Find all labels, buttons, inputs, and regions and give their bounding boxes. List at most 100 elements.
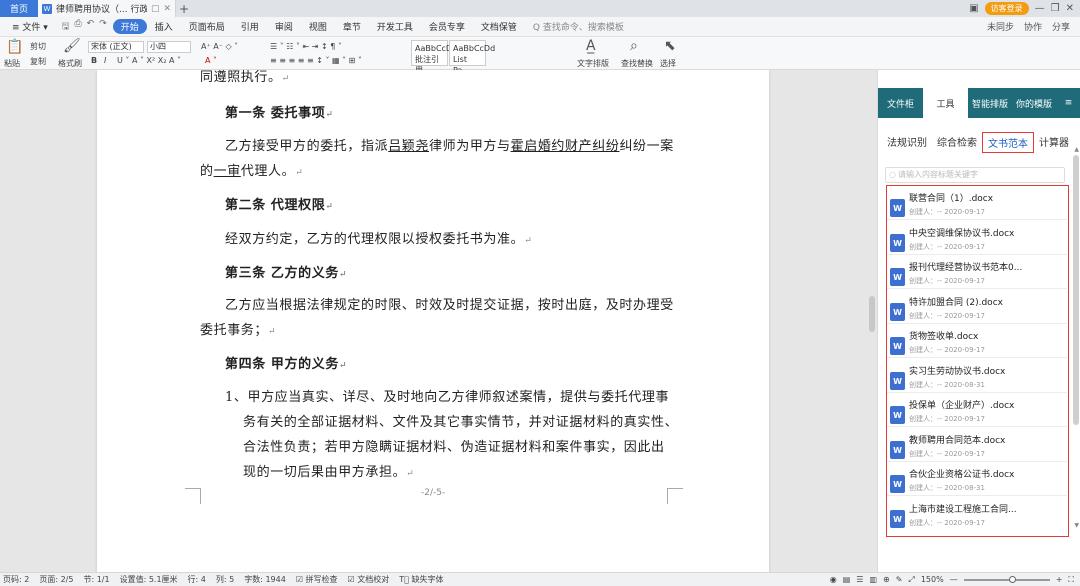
zoom-level[interactable]: 150% bbox=[921, 575, 944, 584]
copy-button[interactable]: 复制 bbox=[30, 56, 46, 67]
menu-item-section[interactable]: 章节 bbox=[335, 20, 369, 33]
command-search[interactable]: Q 查找命令、搜索模板 bbox=[525, 20, 632, 33]
bold-icon[interactable]: B bbox=[91, 56, 97, 65]
template-search-input[interactable]: ○ 请输入内容标题关键字 bbox=[885, 167, 1065, 183]
status-word-count[interactable]: 字数: 1944 bbox=[244, 574, 286, 585]
list-item[interactable]: W 货物签收单.docx 创建人：-- 2020-09-17 bbox=[887, 324, 1067, 358]
select-cursor-icon[interactable]: ⬉ bbox=[664, 38, 676, 54]
list-item[interactable]: W 投保单（企业财产）.docx 创建人：-- 2020-09-17 bbox=[887, 393, 1067, 427]
outline-view-icon[interactable]: ☰ bbox=[856, 575, 863, 584]
font-color-icon[interactable]: A ˅ bbox=[205, 56, 217, 65]
subtab-calculator[interactable]: 计算器 bbox=[1034, 132, 1074, 153]
print-icon[interactable]: ⎙ bbox=[74, 19, 81, 35]
page-view-icon[interactable]: ▤ bbox=[843, 575, 851, 584]
status-pages[interactable]: 页面: 2/5 bbox=[39, 574, 73, 585]
menu-item-devtools[interactable]: 开发工具 bbox=[369, 20, 421, 33]
list-icons[interactable]: ☰ ˅ ☷ ˅ ⇤ ⇥ ↕ ¶ ˅ bbox=[270, 42, 342, 51]
pane-menu-icon[interactable]: ≡ bbox=[1056, 88, 1080, 118]
font-family-select[interactable]: 宋体 (正文) bbox=[88, 41, 144, 53]
find-replace-icon[interactable]: ⌕ bbox=[630, 38, 638, 54]
undo-icon[interactable]: ↶ bbox=[87, 19, 95, 35]
zoom-in-icon[interactable]: + bbox=[1056, 575, 1063, 584]
find-replace-label[interactable]: 查找替换 bbox=[621, 58, 653, 69]
status-bar: 页码: 2 页面: 2/5 节: 1/1 设置值: 5.1厘米 行: 4 列: … bbox=[0, 572, 1080, 586]
doc-heading-4: 第四条 甲方的义务↵ bbox=[225, 357, 348, 372]
subtab-search[interactable]: 综合检索 bbox=[932, 132, 982, 153]
list-item[interactable]: W 联营合同（1）.docx 创建人：-- 2020-09-17 bbox=[887, 186, 1067, 220]
align-icons[interactable]: ≡ ≡ ≡ ≡ ≡ ↕ ˅ ▦ ˅ ⊞ ˅ bbox=[270, 56, 362, 65]
style-list-paragraph[interactable]: AaBbCcDd List Pa... bbox=[449, 40, 495, 75]
scroll-up-icon[interactable]: ▲ bbox=[1074, 146, 1079, 153]
status-page-number[interactable]: 页码: 2 bbox=[3, 574, 29, 585]
menu-item-start[interactable]: 开始 bbox=[112, 19, 147, 34]
menu-item-doc-safe[interactable]: 文档保管 bbox=[473, 20, 525, 33]
menu-item-layout[interactable]: 页面布局 bbox=[181, 20, 233, 33]
pane-tab-smart-layout[interactable]: 智能排版 bbox=[968, 88, 1012, 118]
home-tab[interactable]: 首页 bbox=[0, 0, 38, 17]
zoom-slider[interactable] bbox=[963, 575, 1050, 583]
list-item[interactable]: W 教师聘用合同范本.docx 创建人：-- 2020-09-17 bbox=[887, 428, 1067, 462]
doc-proof-button[interactable]: ☑ 文档校对 bbox=[348, 574, 390, 585]
spell-check-button[interactable]: ☑ 拼写检查 bbox=[296, 574, 338, 585]
scroll-down-icon[interactable]: ▼ bbox=[1074, 522, 1079, 529]
list-item[interactable]: W 报刊代理经营协议书范本0... 创建人：-- 2020-09-17 bbox=[887, 255, 1067, 289]
menu-item-member[interactable]: 会员专享 bbox=[421, 20, 473, 33]
login-button[interactable]: 访客登录 bbox=[984, 2, 1029, 15]
menu-item-view[interactable]: 视图 bbox=[301, 20, 335, 33]
redo-icon[interactable]: ↷ bbox=[99, 19, 107, 35]
format-painter-icon[interactable]: 🖌 bbox=[63, 38, 81, 54]
pane-tab-tools[interactable]: 工具 bbox=[923, 88, 968, 118]
paste-label[interactable]: 粘贴 bbox=[4, 58, 20, 69]
text-layout-icon[interactable]: A̲ bbox=[586, 38, 596, 54]
text-layout-label[interactable]: 文字排版 bbox=[577, 58, 609, 69]
subtab-law-recognition[interactable]: 法规识别 bbox=[882, 132, 932, 153]
list-item[interactable]: W 中央空调维保协议书.docx 创建人：-- 2020-09-17 bbox=[887, 221, 1067, 255]
menu-item-reference[interactable]: 引用 bbox=[233, 20, 267, 33]
save-icon[interactable]: 🖫 bbox=[62, 19, 70, 35]
paste-icon[interactable]: 📋 bbox=[6, 39, 23, 55]
new-tab-icon[interactable]: + bbox=[176, 2, 192, 16]
list-item[interactable]: W 合伙企业资格公证书.docx 创建人：-- 2020-08-31 bbox=[887, 462, 1067, 496]
tab-pin-icon[interactable]: ▢ bbox=[151, 4, 160, 14]
pane-scrollbar[interactable] bbox=[1073, 155, 1079, 425]
missing-font-button[interactable]: T⃝ 缺失字体 bbox=[399, 574, 443, 585]
document-tab[interactable]: W 律师聘用协议（... 行政）(1) ▢ ✕ bbox=[38, 0, 176, 17]
file-menu[interactable]: ≡ 文件 ▾ bbox=[4, 20, 56, 33]
list-item[interactable]: W 特许加盟合同 (2).docx 创建人：-- 2020-09-17 bbox=[887, 290, 1067, 324]
menu-item-review[interactable]: 审阅 bbox=[267, 20, 301, 33]
document-area[interactable]: 同遵照执行。↵ 第一条 委托事项↵ 乙方接受甲方的委托，指派吕颖尧律师为甲方与霍… bbox=[0, 70, 877, 572]
zoom-out-icon[interactable]: — bbox=[950, 575, 958, 584]
margin-corner-left bbox=[185, 488, 201, 504]
read-view-icon[interactable]: ▥ bbox=[869, 575, 877, 584]
restore-icon[interactable]: ❐ bbox=[1051, 3, 1060, 14]
italic-icon[interactable]: I bbox=[104, 56, 106, 65]
eye-protect-icon[interactable]: ◉ bbox=[830, 575, 837, 584]
document-scrollbar[interactable] bbox=[869, 296, 875, 332]
share-button[interactable]: 分享 bbox=[1052, 20, 1070, 33]
pane-tab-file-cabinet[interactable]: 文件柜 bbox=[878, 88, 923, 118]
window-icon[interactable]: ▣ bbox=[969, 3, 978, 14]
minimize-icon[interactable]: — bbox=[1035, 3, 1045, 14]
list-item[interactable]: W 上海市建设工程施工合同... 创建人：-- 2020-09-17 bbox=[887, 497, 1067, 531]
select-label[interactable]: 选择 bbox=[660, 58, 676, 69]
sync-status[interactable]: 未同步 bbox=[987, 20, 1014, 33]
tab-close-icon[interactable]: ✕ bbox=[163, 4, 171, 14]
web-view-icon[interactable]: ⊕ bbox=[883, 575, 890, 584]
list-item[interactable]: W 实习生劳动协议书.docx 创建人：-- 2020-08-31 bbox=[887, 359, 1067, 393]
format-painter-label[interactable]: 格式刷 bbox=[58, 58, 82, 69]
menu-item-insert[interactable]: 插入 bbox=[147, 20, 181, 33]
cut-button[interactable]: 剪切 bbox=[30, 41, 46, 52]
font-size-select[interactable]: 小四 bbox=[147, 41, 191, 53]
document-page[interactable]: 同遵照执行。↵ 第一条 委托事项↵ 乙方接受甲方的委托，指派吕颖尧律师为甲方与霍… bbox=[97, 70, 769, 572]
style-annotation-ref[interactable]: AaBbCcDd 批注引用 bbox=[411, 40, 457, 75]
collab-button[interactable]: 协作 bbox=[1024, 20, 1042, 33]
subtab-doc-templates[interactable]: 文书范本 bbox=[982, 132, 1034, 153]
close-icon[interactable]: ✕ bbox=[1066, 3, 1074, 14]
underline-icon[interactable]: U ˅ A ˅ X² X₂ A ˅ bbox=[117, 56, 181, 65]
zoom-slider-thumb[interactable] bbox=[1008, 575, 1016, 583]
font-grow-icon[interactable]: A⁺ A⁻ ◇ ˅ bbox=[201, 42, 238, 51]
write-view-icon[interactable]: ✎ bbox=[896, 575, 903, 584]
fit-icon[interactable]: ⤢ bbox=[908, 575, 914, 585]
pane-tab-my-templates[interactable]: 你的模版 bbox=[1012, 88, 1056, 118]
fullscreen-icon[interactable]: ⛶ bbox=[1068, 575, 1074, 585]
